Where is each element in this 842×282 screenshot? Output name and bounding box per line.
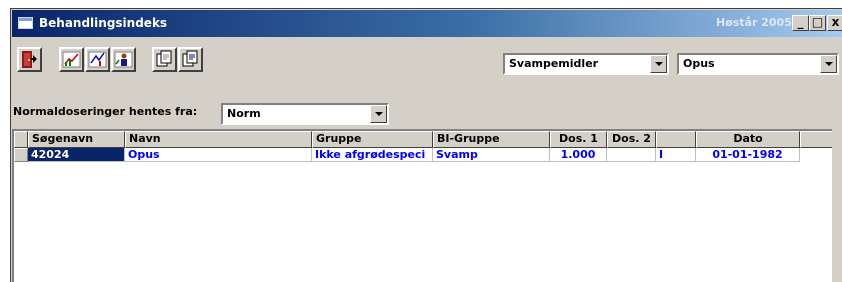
norm-label: Normaldoseringer hentes fra: [13, 105, 198, 118]
chart-1-button[interactable] [59, 47, 84, 72]
column-header-dos-1[interactable]: Dos. 1 [550, 131, 607, 148]
column-header-dato[interactable]: Dato [696, 131, 800, 148]
column-header-bi-gruppe[interactable]: BI-Gruppe [433, 131, 550, 148]
table-cell-gruppe[interactable]: Ikke afgrødespeci [312, 148, 433, 162]
exit-button[interactable] [17, 47, 42, 72]
row-header-corner [14, 131, 28, 148]
app-window-icon [18, 17, 33, 29]
maximize-button[interactable]: □ [809, 15, 826, 31]
chart-2-button[interactable] [85, 47, 110, 72]
column-header-gruppe[interactable]: Gruppe [312, 131, 433, 148]
copy-1-button[interactable] [152, 47, 177, 72]
data-grid[interactable]: Søgenavn Navn Gruppe BI-Gruppe Dos. 1 Do… [12, 129, 832, 282]
category-dropdown-arrow-icon[interactable] [650, 55, 667, 73]
column-header-navn[interactable]: Navn [125, 131, 312, 148]
chart-2-icon [88, 51, 107, 68]
norm-select[interactable]: Norm [221, 103, 389, 125]
chart-person-button[interactable] [111, 47, 136, 72]
column-header-filler [800, 131, 832, 148]
copy-2-button[interactable] [178, 47, 203, 72]
norm-dropdown-arrow-icon[interactable] [370, 105, 387, 123]
copy-1-icon [156, 50, 172, 67]
table-cell-navn[interactable]: Opus [125, 148, 312, 162]
minimize-button[interactable]: _ [792, 15, 809, 31]
product-dropdown-arrow-icon[interactable] [820, 55, 837, 73]
table-cell-dato[interactable]: 01-01-1982 [696, 148, 800, 162]
column-header-blank[interactable] [656, 131, 696, 148]
column-header-dos-2[interactable]: Dos. 2 [607, 131, 656, 148]
column-header-soegenavn[interactable]: Søgenavn [28, 131, 125, 148]
season-label: Høstår 2005 [716, 16, 792, 29]
category-select-value: Svampemidler [509, 57, 599, 70]
exit-door-icon [22, 51, 37, 68]
window-title: Behandlingsindeks [39, 16, 168, 30]
title-bar[interactable]: Behandlingsindeks Høstår 2005 _ □ x [12, 10, 842, 37]
product-select[interactable]: Opus [677, 53, 839, 75]
chart-person-icon [114, 51, 133, 68]
table-cell-bi-gruppe[interactable]: Svamp [433, 148, 550, 162]
category-select[interactable]: Svampemidler [503, 53, 669, 75]
table-cell-flag[interactable]: I [656, 148, 696, 162]
chart-1-icon [62, 51, 81, 68]
close-button[interactable]: x [827, 15, 842, 31]
norm-select-value: Norm [227, 107, 261, 120]
table-cell-soegenavn[interactable]: 42024 [28, 148, 125, 162]
table-cell-dos-1[interactable]: 1.000 [550, 148, 607, 162]
copy-2-icon [182, 50, 198, 67]
row-selector[interactable] [14, 148, 28, 162]
table-cell-dos-2[interactable] [607, 148, 656, 162]
product-select-value: Opus [683, 57, 715, 70]
